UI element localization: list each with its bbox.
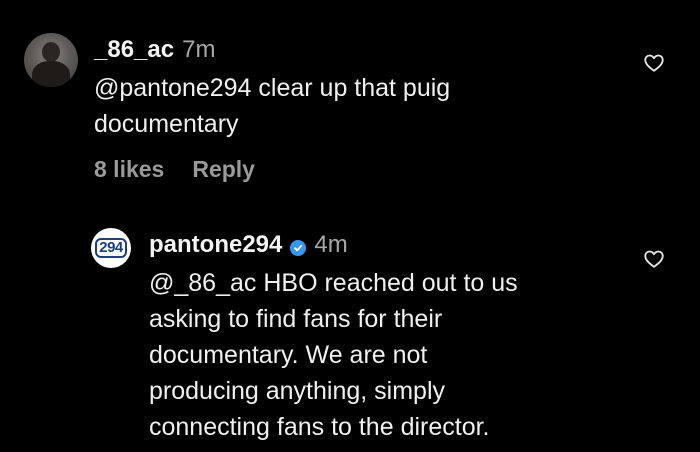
comment-text-line: @_86_ac HBO reached out to us <box>149 269 518 297</box>
reply-button[interactable]: Reply <box>192 156 255 183</box>
avatar[interactable]: 294 <box>91 228 131 268</box>
comment-text: @pantone294 clear up that puig documenta… <box>94 70 450 142</box>
checkmark-icon <box>294 244 303 252</box>
avatar-figure-head <box>42 42 60 62</box>
heart-outline-icon[interactable] <box>643 248 665 270</box>
likes-count[interactable]: 8 likes <box>94 156 164 183</box>
comment-text-line: documentary. We are not <box>149 341 428 369</box>
username[interactable]: _86_ac <box>94 36 174 64</box>
username[interactable]: pantone294 <box>149 231 282 259</box>
verified-badge-icon <box>290 240 307 256</box>
comment-text-line: @pantone294 clear up that puig <box>94 74 451 102</box>
comment-meta: 8 likes Reply <box>94 156 255 183</box>
avatar-logo-text: 294 <box>95 238 127 258</box>
comment-text-line: asking to find fans for their <box>149 305 443 333</box>
timestamp: 7m <box>182 36 216 63</box>
timestamp: 4m <box>314 231 348 258</box>
comment-text-line: connecting fans to the director. <box>149 413 490 441</box>
comment-text-line: producing anything, simply <box>149 377 445 405</box>
comment-header: _86_ac 7m <box>94 36 215 64</box>
comment-text: @_86_ac HBO reached out to us asking to … <box>149 265 518 445</box>
comment-header: pantone294 4m <box>149 231 348 259</box>
avatar[interactable] <box>24 33 78 87</box>
heart-outline-icon[interactable] <box>643 52 665 74</box>
comment-text-line: documentary <box>94 110 239 138</box>
avatar-figure-body <box>32 61 70 87</box>
